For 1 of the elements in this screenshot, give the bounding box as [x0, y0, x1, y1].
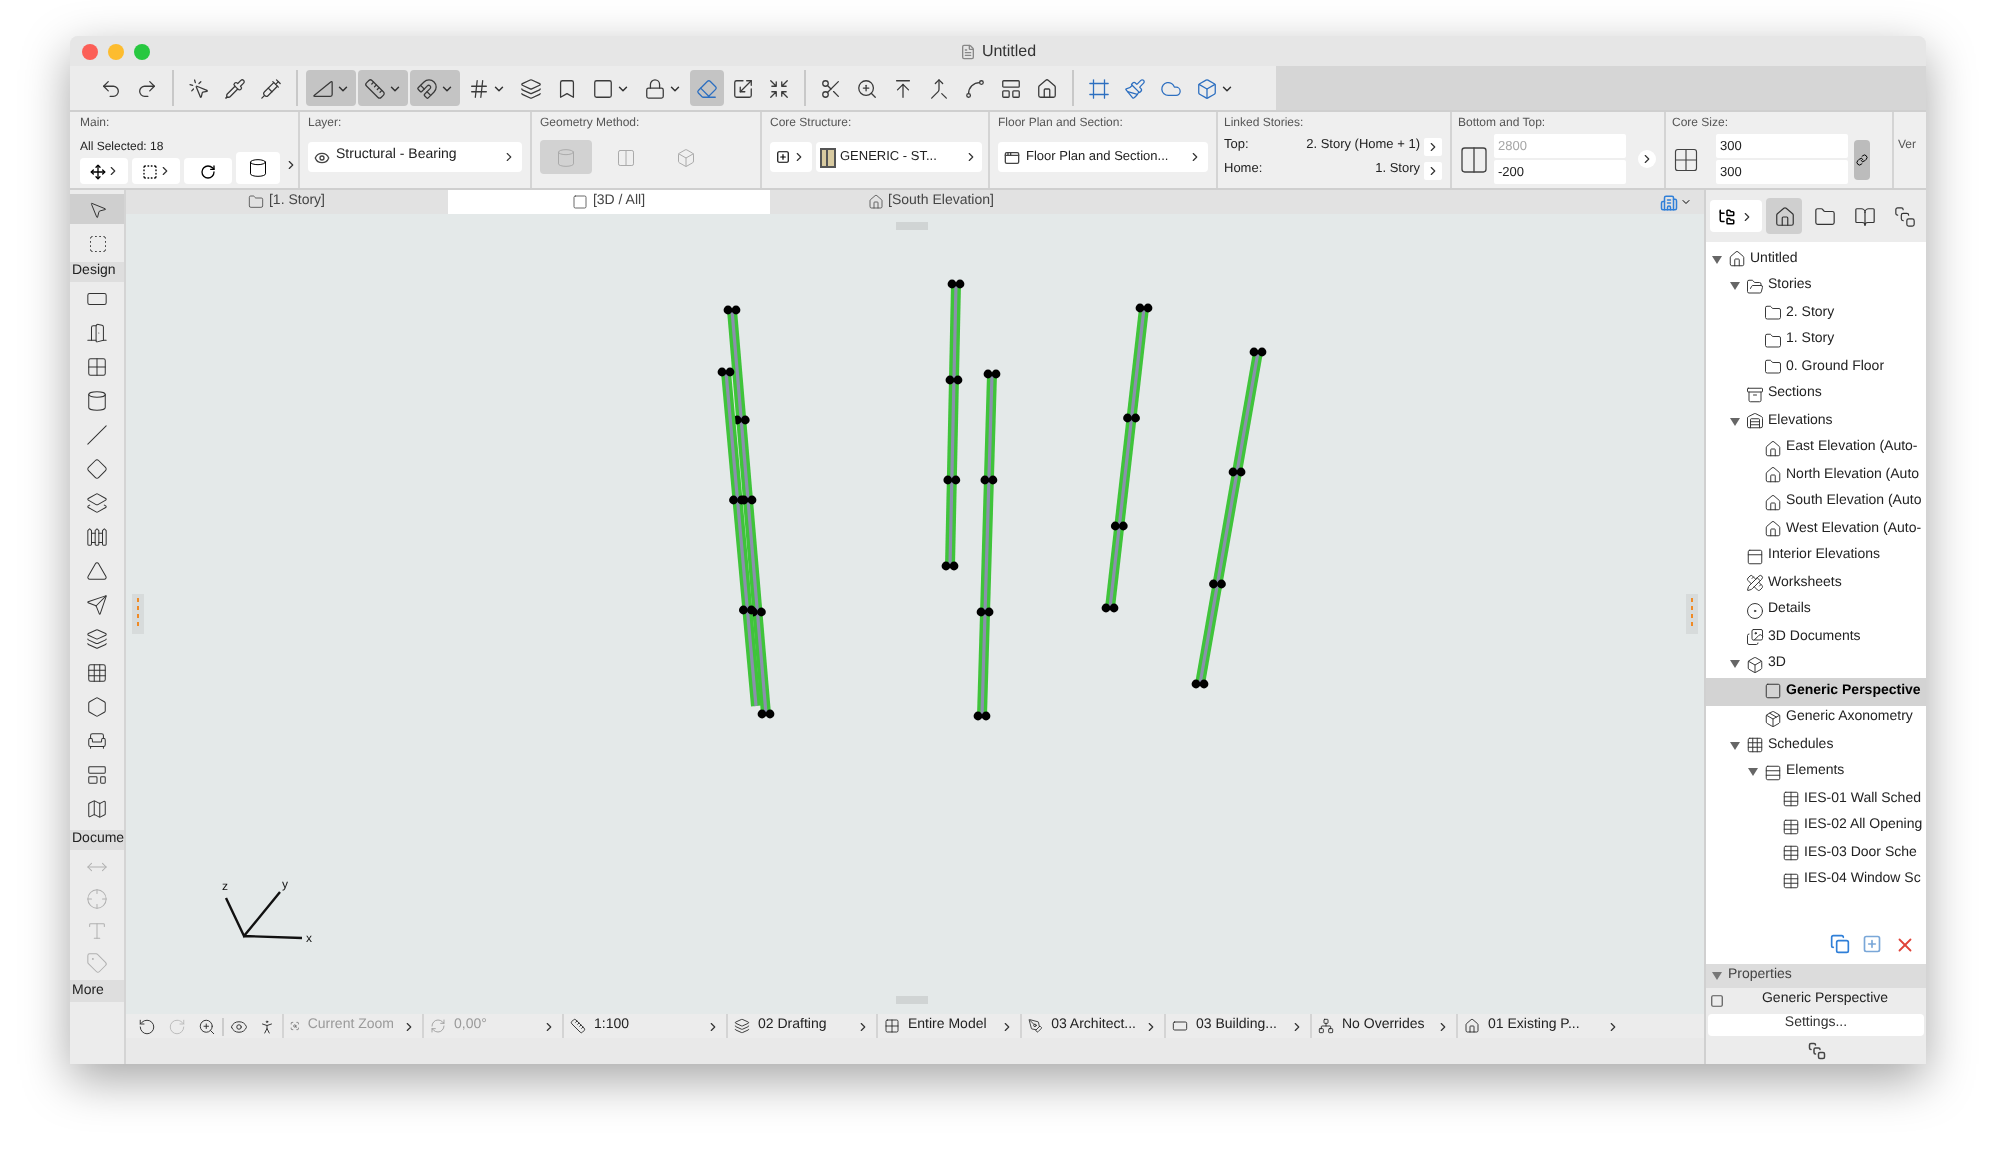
window-title: Untitled: [981, 39, 1037, 63]
